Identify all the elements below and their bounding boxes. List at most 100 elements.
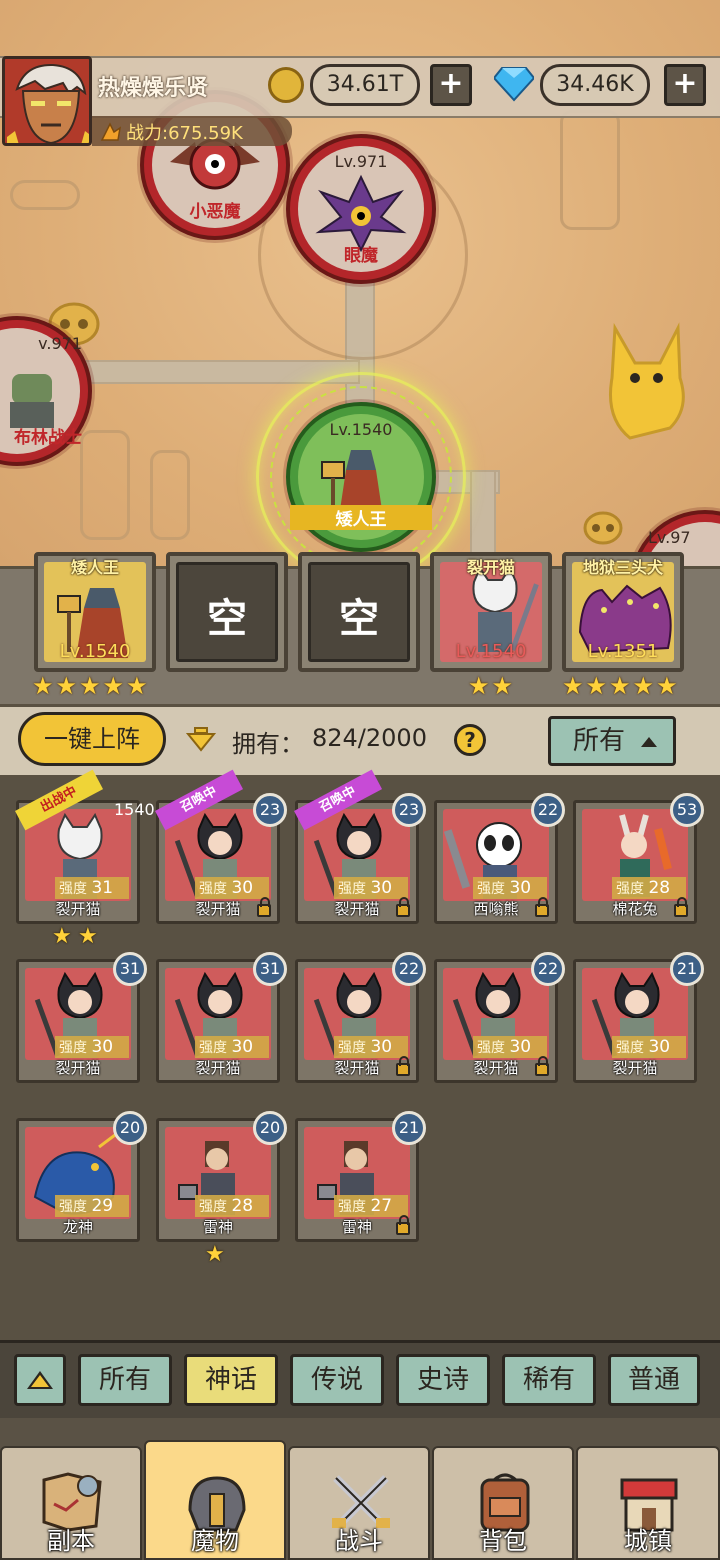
card-strength: 强度 31 [55, 877, 129, 899]
tab-common[interactable]: 普通 [608, 1354, 700, 1406]
monster-card[interactable]: 强度 27 雷神 21 [295, 1111, 426, 1242]
star-icon: ★ [562, 672, 584, 700]
node-name: 眼魔 [344, 246, 378, 266]
slot-level: Lv.1540 [59, 641, 131, 662]
card-level-badge: 22 [531, 793, 565, 827]
card-name: 裂开猫 [195, 1059, 241, 1077]
strength-value: 30 [509, 878, 532, 898]
node-name: 布林战士 [14, 428, 82, 448]
monster-card[interactable]: 强度 29 龙神 20 [16, 1111, 147, 1242]
monster-card[interactable]: 强度 30 西嗡熊 22 [434, 793, 565, 924]
star-icon: ★ [585, 672, 608, 700]
nav-label: 战斗 [335, 1527, 383, 1555]
team-slot-2[interactable]: 空 [166, 552, 288, 672]
lock-icon [535, 897, 549, 917]
team-slot-3[interactable]: 空 [298, 552, 420, 672]
nav-label: 城镇 [624, 1527, 672, 1555]
monster-grid[interactable]: 强度 31 裂开猫 1540 出战中 ★ ★ 强度 30 裂开猫 23 召唤中 强度 30 裂开猫 23… [0, 769, 720, 1340]
nav-dungeon[interactable]: 副本 [0, 1446, 142, 1560]
monster-card[interactable]: 强度 28 雷神 20 [156, 1111, 287, 1242]
strength-value: 30 [370, 1037, 393, 1057]
lock-icon [396, 897, 410, 917]
auto-deploy-button[interactable]: 一键上阵 [18, 712, 166, 766]
card-level-badge: 1540 [114, 800, 155, 819]
card-level-badge: 31 [253, 952, 287, 986]
monster-card[interactable]: 强度 30 裂开猫 23 召唤中 [294, 769, 426, 924]
node-level: Lv.97 [648, 528, 691, 547]
add-gems-button[interactable]: + [664, 64, 706, 106]
lock-icon [674, 897, 688, 917]
team-slot-4[interactable]: 裂开猫 Lv.1540 [430, 552, 552, 672]
star-icon: ★ [609, 672, 631, 700]
strength-label: 强度 [338, 1199, 366, 1215]
monster-card[interactable]: 强度 30 裂开猫 31 [16, 952, 147, 1083]
monster-card[interactable]: 强度 30 裂开猫 23 召唤中 [155, 769, 287, 924]
tab-mythic[interactable]: 神话 [184, 1354, 278, 1406]
strength-label: 强度 [616, 881, 644, 897]
owned-count: 824/2000 [312, 724, 427, 752]
tab-epic[interactable]: 史诗 [396, 1354, 490, 1406]
card-strength: 强度 30 [55, 1036, 129, 1058]
monster-card[interactable]: 强度 30 裂开猫 22 [434, 952, 565, 1083]
cactus-decoration [560, 110, 620, 230]
eye-demon-icon [315, 174, 407, 252]
strength-label: 强度 [199, 1040, 227, 1056]
tab-all[interactable]: 所有 [78, 1354, 172, 1406]
fox-statue-icon [608, 322, 685, 440]
map-path [60, 360, 360, 384]
star-icon: ★ [205, 1242, 225, 1267]
strength-value: 28 [231, 1196, 254, 1216]
star-icon: ★ [491, 672, 514, 700]
strength-value: 28 [648, 878, 671, 898]
card-level-badge: 23 [253, 793, 287, 827]
player-name: 热燥燥乐贤 [98, 76, 209, 101]
star-icon: ★ [52, 924, 72, 949]
star-icon: ★ [126, 672, 148, 700]
team-slot-1[interactable]: 矮人王 Lv.1540 [34, 552, 156, 672]
add-coins-button[interactable]: + [430, 64, 472, 106]
nav-label: 副本 [47, 1527, 95, 1555]
star-icon: ★ [79, 672, 101, 700]
slot-empty-label: 空 [339, 596, 379, 642]
node-name: 小恶魔 [189, 202, 241, 222]
star-icon: ★ [656, 672, 678, 700]
nav-town[interactable]: 城镇 [576, 1446, 720, 1560]
card-level-badge: 20 [253, 1111, 287, 1145]
card-name: 裂开猫 [55, 1059, 101, 1077]
tab-legendary[interactable]: 传说 [290, 1354, 384, 1406]
slot-5-stars: ★ ★ ★ ★ ★ [562, 674, 678, 700]
strength-label: 强度 [477, 881, 505, 897]
star-icon: ★ [78, 924, 98, 949]
star-icon: ★ [632, 672, 655, 700]
card-level-badge: 21 [670, 952, 704, 986]
bush-decoration [10, 180, 80, 210]
team-slot-5[interactable]: 地狱三头犬 Lv.1351 [562, 552, 684, 672]
monster-card[interactable]: 强度 31 裂开猫 1540 出战中 [15, 769, 155, 924]
help-button[interactable]: ? [454, 724, 486, 756]
tab-rare[interactable]: 稀有 [502, 1354, 596, 1406]
avatar-portrait-icon [5, 59, 89, 143]
collapse-button[interactable] [14, 1354, 66, 1406]
nav-backpack[interactable]: 背包 [432, 1446, 574, 1560]
monster-card[interactable]: 强度 30 裂开猫 22 [295, 952, 426, 1083]
slot-title: 矮人王 [70, 558, 119, 577]
card-strength: 强度 30 [473, 877, 547, 899]
monster-card[interactable]: 强度 30 裂开猫 31 [156, 952, 287, 1083]
monster-card[interactable]: 强度 28 棉花兔 53 [573, 793, 704, 924]
card-level-badge: 23 [392, 793, 426, 827]
map-node-goblin-warrior[interactable]: v.971 布林战士 [0, 316, 92, 466]
nav-battle[interactable]: 战斗 [288, 1446, 430, 1560]
filter-dropdown[interactable]: 所有 [548, 716, 676, 766]
map-node-eye-demon[interactable]: Lv.971 眼魔 [286, 134, 436, 284]
monster-card[interactable]: 强度 30 裂开猫 21 [573, 952, 704, 1083]
map-node-dwarf-king[interactable]: Lv.1540 矮人王 [286, 402, 436, 552]
slot-level: Lv.1351 [587, 641, 659, 662]
player-avatar[interactable] [2, 56, 92, 146]
card-level-badge: 21 [392, 1111, 426, 1145]
nav-label: 魔物 [191, 1527, 239, 1555]
card-level-badge: 22 [531, 952, 565, 986]
power-value: 战力:675.59K [126, 123, 243, 144]
nav-monsters[interactable]: 魔物 [144, 1440, 286, 1560]
coin-icon [268, 67, 304, 103]
caret-up-icon [641, 737, 657, 747]
